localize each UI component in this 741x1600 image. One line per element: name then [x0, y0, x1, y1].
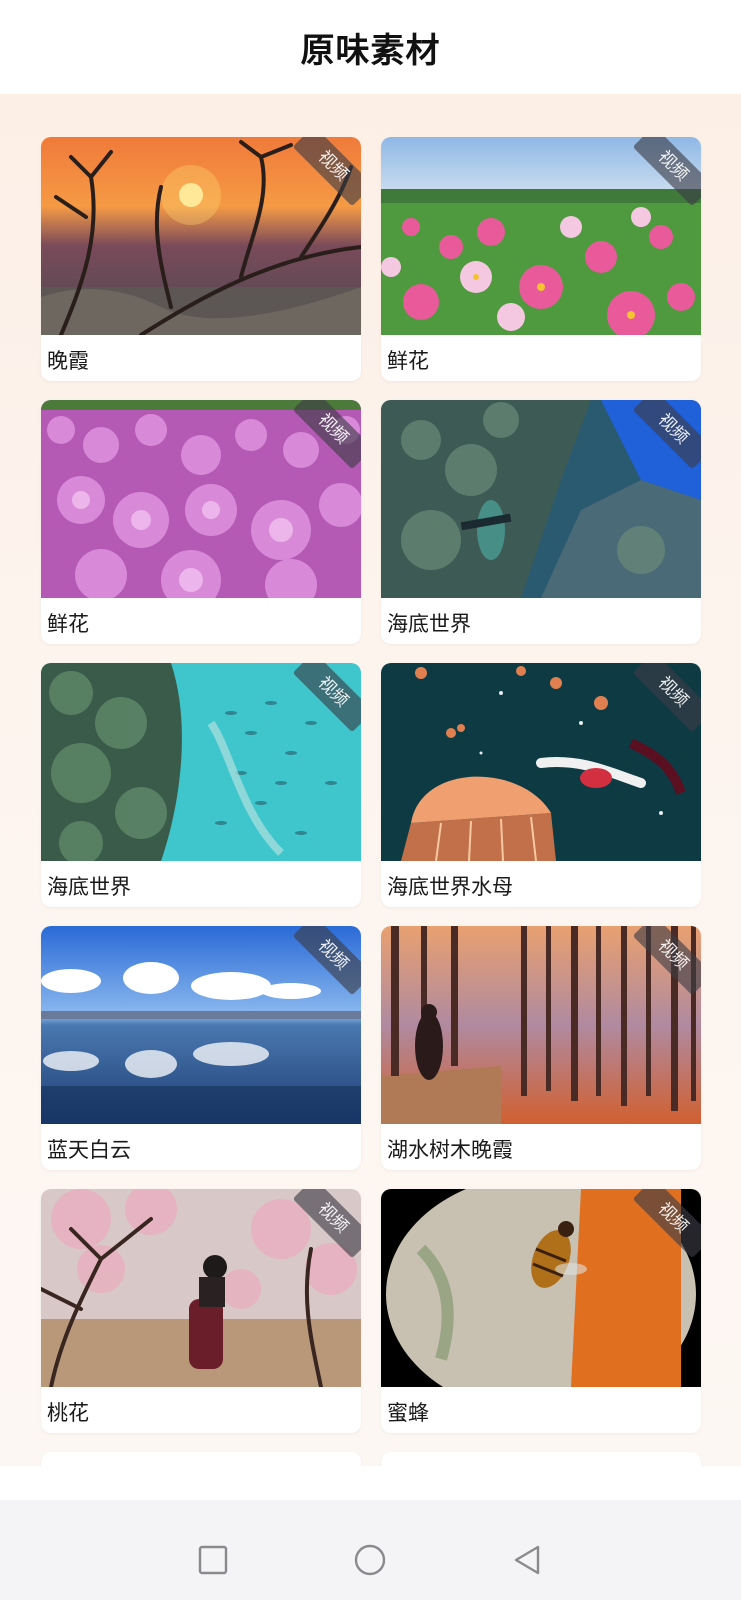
material-card[interactable]: 视频 湖水树木晚霞: [381, 926, 701, 1170]
material-card[interactable]: 视频 晚霞: [41, 137, 361, 381]
video-badge: 视频: [631, 1189, 701, 1259]
material-list[interactable]: 视频 晚霞 视频 鲜花 视频 鲜花 视频 海底世界 视频 海底世界 视频 海底世…: [0, 94, 741, 1466]
material-card-partial[interactable]: [381, 1452, 701, 1466]
thumbnail-partial: [41, 1452, 361, 1466]
back-triangle-icon[interactable]: [510, 1543, 544, 1577]
card-title: 鲜花: [387, 349, 429, 373]
card-title: 晚霞: [47, 349, 89, 373]
card-title: 蓝天白云: [47, 1138, 131, 1162]
material-card[interactable]: 视频 海底世界: [41, 663, 361, 907]
thumbnail-bee: 视频: [381, 1189, 701, 1387]
material-card[interactable]: 视频 蓝天白云: [41, 926, 361, 1170]
card-title: 鲜花: [47, 612, 89, 636]
video-badge: 视频: [631, 137, 701, 207]
material-card[interactable]: 视频 蜜蜂: [381, 1189, 701, 1433]
video-badge: 视频: [631, 926, 701, 996]
thumbnail-flowers: 视频: [41, 400, 361, 598]
video-badge: 视频: [291, 926, 361, 996]
video-badge: 视频: [631, 663, 701, 733]
card-title: 海底世界水母: [387, 875, 513, 899]
material-card[interactable]: 视频 海底世界水母: [381, 663, 701, 907]
thumbnail-underwater: 视频: [381, 400, 701, 598]
video-badge: 视频: [631, 400, 701, 470]
material-card[interactable]: 视频 海底世界: [381, 400, 701, 644]
top-bar: 原味素材: [0, 0, 741, 94]
material-card[interactable]: 视频 桃花: [41, 1189, 361, 1433]
thumbnail-jellyfish: 视频: [381, 663, 701, 861]
video-badge: 视频: [291, 400, 361, 470]
card-title: 海底世界: [387, 612, 471, 636]
video-badge: 视频: [291, 663, 361, 733]
card-title: 海底世界: [47, 875, 131, 899]
card-title: 湖水树木晚霞: [387, 1138, 513, 1162]
thumbnail-partial: [381, 1452, 701, 1466]
material-card-partial[interactable]: [41, 1452, 361, 1466]
card-title: 桃花: [47, 1401, 89, 1425]
material-card[interactable]: 视频 鲜花: [381, 137, 701, 381]
thumbnail-blossom: 视频: [41, 1189, 361, 1387]
thumbnail-sky: 视频: [41, 926, 361, 1124]
thumbnail-sunset: 视频: [41, 137, 361, 335]
thumbnail-flowers: 视频: [381, 137, 701, 335]
video-badge: 视频: [291, 137, 361, 207]
material-grid: 视频 晚霞 视频 鲜花 视频 鲜花 视频 海底世界 视频 海底世界 视频 海底世…: [41, 137, 701, 1466]
circle-icon[interactable]: [353, 1543, 387, 1577]
page-title: 原味素材: [300, 30, 441, 71]
card-title: 蜜蜂: [387, 1401, 429, 1425]
thumbnail-underwater: 视频: [41, 663, 361, 861]
video-badge: 视频: [291, 1189, 361, 1259]
square-icon[interactable]: [196, 1543, 230, 1577]
material-card[interactable]: 视频 鲜花: [41, 400, 361, 644]
thumbnail-lake-trees: 视频: [381, 926, 701, 1124]
